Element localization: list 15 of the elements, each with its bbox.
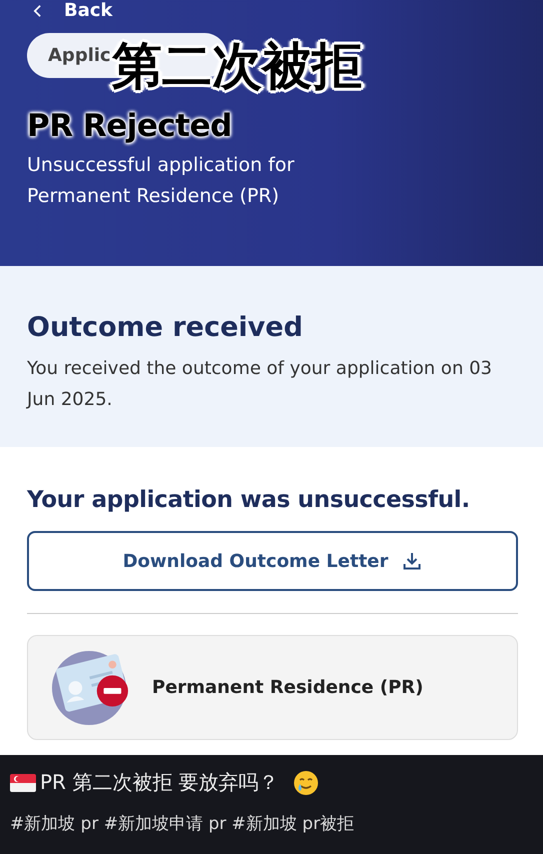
outcome-text: You received the outcome of your application on 03 Jun 2025. — [27, 357, 493, 412]
back-icon — [33, 4, 42, 18]
result-heading: Your application was unsuccessful. — [27, 487, 471, 513]
singapore-flag-icon — [10, 774, 36, 792]
download-icon — [402, 551, 422, 571]
rejected-card-icon — [52, 648, 130, 726]
hashtags: #新加坡 pr #新加坡申请 pr #新加坡 pr被拒 — [10, 813, 356, 835]
download-button[interactable]: Download Outcome Letter — [27, 531, 518, 591]
outcome-title: Outcome received — [27, 312, 304, 343]
back-link[interactable]: Back — [27, 0, 516, 21]
card-label: Permanent Residence (PR) — [152, 677, 424, 698]
page-title: PR Rejected — [27, 108, 233, 144]
post-caption: PR 第二次被拒 要放弃吗？ — [40, 769, 279, 796]
page-subtitle: Unsuccessful application for Permanent Residence (PR) — [27, 153, 296, 209]
crying-emoji-icon — [292, 770, 319, 796]
